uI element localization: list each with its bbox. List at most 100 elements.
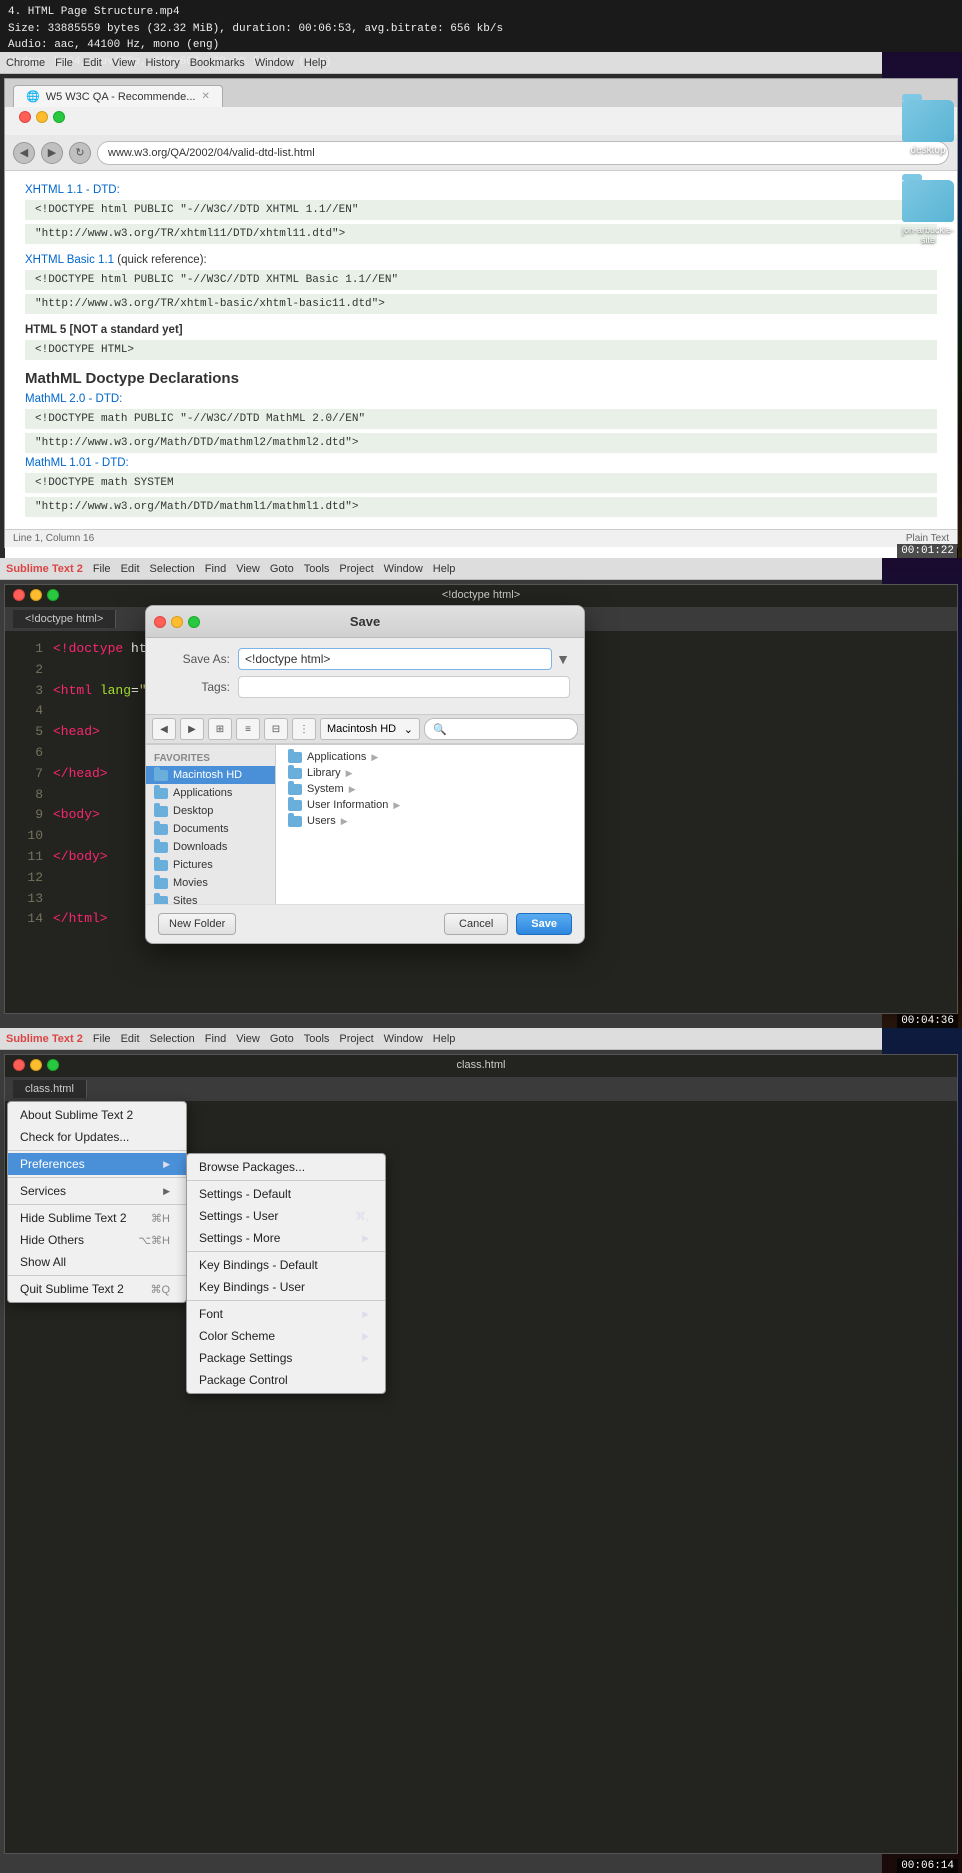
back-button[interactable]: ◀ — [13, 142, 35, 164]
mathml101-link[interactable]: MathML 1.01 - DTD: — [25, 457, 129, 469]
menu2-goto[interactable]: Goto — [270, 563, 294, 575]
sidebar-downloads[interactable]: Downloads — [146, 838, 275, 856]
hide-sublime-item[interactable]: Hide Sublime Text 2 ⌘H — [8, 1207, 186, 1229]
search-box[interactable]: 🔍 — [424, 718, 578, 740]
menu3-view[interactable]: View — [236, 1033, 260, 1045]
menu2-tools[interactable]: Tools — [304, 563, 330, 575]
menu2-find[interactable]: Find — [205, 563, 226, 575]
menu2-project[interactable]: Project — [339, 563, 373, 575]
services-menu-item[interactable]: Services ▶ — [8, 1180, 186, 1202]
menu3-tools[interactable]: Tools — [304, 1033, 330, 1045]
browse-packages-item[interactable]: Browse Packages... — [187, 1156, 385, 1178]
dialog-maximize[interactable] — [188, 616, 200, 628]
url-bar[interactable]: www.w3.org/QA/2002/04/valid-dtd-list.htm… — [97, 141, 949, 165]
view-list-btn[interactable]: ≡ — [236, 718, 260, 740]
menu2-edit[interactable]: Edit — [121, 563, 140, 575]
mathml20-link[interactable]: MathML 2.0 - DTD: — [25, 393, 122, 405]
menu3-help[interactable]: Help — [433, 1033, 456, 1045]
cancel-button[interactable]: Cancel — [444, 913, 508, 935]
maximize-3[interactable] — [47, 1059, 59, 1071]
minimize-2[interactable] — [30, 589, 42, 601]
close-3[interactable] — [13, 1059, 25, 1071]
fwd-btn[interactable]: ▶ — [180, 718, 204, 740]
sidebar-movies[interactable]: Movies — [146, 874, 275, 892]
file-user-info[interactable]: User Information ▶ — [284, 797, 576, 813]
key-bindings-user-item[interactable]: Key Bindings - User — [187, 1276, 385, 1298]
sidebar-desktop[interactable]: Desktop — [146, 802, 275, 820]
key-bindings-default-item[interactable]: Key Bindings - Default — [187, 1254, 385, 1276]
file-users[interactable]: Users ▶ — [284, 813, 576, 829]
sidebar-documents[interactable]: Documents — [146, 820, 275, 838]
view-icon-btn[interactable]: ⊞ — [208, 718, 232, 740]
maximize-2[interactable] — [47, 589, 59, 601]
view-extra-btn[interactable]: ⋮ — [292, 718, 316, 740]
menu-history[interactable]: History — [145, 57, 179, 69]
menu2-help[interactable]: Help — [433, 563, 456, 575]
package-control-item[interactable]: Package Control — [187, 1369, 385, 1391]
about-menu-item[interactable]: About Sublime Text 2 — [8, 1104, 186, 1126]
new-folder-button[interactable]: New Folder — [158, 913, 236, 935]
menu3-project[interactable]: Project — [339, 1033, 373, 1045]
settings-default-item[interactable]: Settings - Default — [187, 1183, 385, 1205]
maximize-button[interactable] — [53, 111, 65, 123]
xhtml11-link[interactable]: XHTML 1.1 - DTD: — [25, 184, 120, 196]
tags-input[interactable] — [238, 676, 570, 698]
hide-others-item[interactable]: Hide Others ⌥⌘H — [8, 1229, 186, 1251]
preferences-menu-item[interactable]: Preferences ▶ Browse Packages... Setting… — [8, 1153, 186, 1175]
file-library[interactable]: Library ▶ — [284, 765, 576, 781]
sidebar-applications[interactable]: Applications — [146, 784, 275, 802]
tab-3[interactable]: class.html — [13, 1080, 87, 1098]
back-btn[interactable]: ◀ — [152, 718, 176, 740]
menu2-selection[interactable]: Selection — [150, 563, 195, 575]
menu3-edit[interactable]: Edit — [121, 1033, 140, 1045]
menu-help[interactable]: Help — [304, 57, 327, 69]
menu2-view[interactable]: View — [236, 563, 260, 575]
menu-window[interactable]: Window — [255, 57, 294, 69]
close-2[interactable] — [13, 589, 25, 601]
font-item[interactable]: Font ▶ — [187, 1303, 385, 1325]
save-button[interactable]: Save — [516, 913, 572, 935]
menu-view[interactable]: View — [112, 57, 136, 69]
desktop-icon-2[interactable]: jon-arbuckle-site — [902, 180, 954, 245]
file-applications[interactable]: Applications ▶ — [284, 749, 576, 765]
menu2-window[interactable]: Window — [384, 563, 423, 575]
menu3-selection[interactable]: Selection — [150, 1033, 195, 1045]
color-scheme-item[interactable]: Color Scheme ▶ — [187, 1325, 385, 1347]
menu-file[interactable]: File — [55, 57, 73, 69]
menu3-window[interactable]: Window — [384, 1033, 423, 1045]
package-settings-item[interactable]: Package Settings ▶ — [187, 1347, 385, 1369]
menu3-find[interactable]: Find — [205, 1033, 226, 1045]
settings-user-item[interactable]: Settings - User ⌘, — [187, 1205, 385, 1227]
view-col-btn[interactable]: ⊟ — [264, 718, 288, 740]
tab-2[interactable]: <!doctype html> — [13, 610, 116, 628]
close-button[interactable] — [19, 111, 31, 123]
menu3-file[interactable]: File — [93, 1033, 111, 1045]
sidebar-sites[interactable]: Sites — [146, 892, 275, 904]
desktop-icon-1[interactable]: desktop — [902, 100, 954, 156]
dialog-close[interactable] — [154, 616, 166, 628]
menu-bookmarks[interactable]: Bookmarks — [190, 57, 245, 69]
forward-button[interactable]: ▶ — [41, 142, 63, 164]
dialog-minimize[interactable] — [171, 616, 183, 628]
show-all-item[interactable]: Show All — [8, 1251, 186, 1273]
chrome-tab-active[interactable]: 🌐 W5 W3C QA - Recommende... ✕ — [13, 85, 223, 107]
save-as-input[interactable]: <!doctype html> — [238, 648, 552, 670]
save-expand-btn[interactable]: ▼ — [556, 651, 570, 667]
minimize-3[interactable] — [30, 1059, 42, 1071]
refresh-button[interactable]: ↻ — [69, 142, 91, 164]
file-system[interactable]: System ▶ — [284, 781, 576, 797]
app-name-3[interactable]: Sublime Text 2 — [6, 1033, 83, 1045]
tab-close-button[interactable]: ✕ — [201, 91, 209, 102]
sidebar-macintosh-hd[interactable]: Macintosh HD — [146, 766, 275, 784]
settings-more-item[interactable]: Settings - More ▶ — [187, 1227, 385, 1249]
check-updates-menu-item[interactable]: Check for Updates... — [8, 1126, 186, 1148]
menu-edit[interactable]: Edit — [83, 57, 102, 69]
sidebar-pictures[interactable]: Pictures — [146, 856, 275, 874]
minimize-button[interactable] — [36, 111, 48, 123]
quit-item[interactable]: Quit Sublime Text 2 ⌘Q — [8, 1278, 186, 1300]
xhtml-basic-link[interactable]: XHTML Basic 1.1 — [25, 254, 114, 266]
menu2-file[interactable]: File — [93, 563, 111, 575]
menu-chrome[interactable]: Chrome — [6, 57, 45, 69]
menu3-goto[interactable]: Goto — [270, 1033, 294, 1045]
app-name-2[interactable]: Sublime Text 2 — [6, 563, 83, 575]
